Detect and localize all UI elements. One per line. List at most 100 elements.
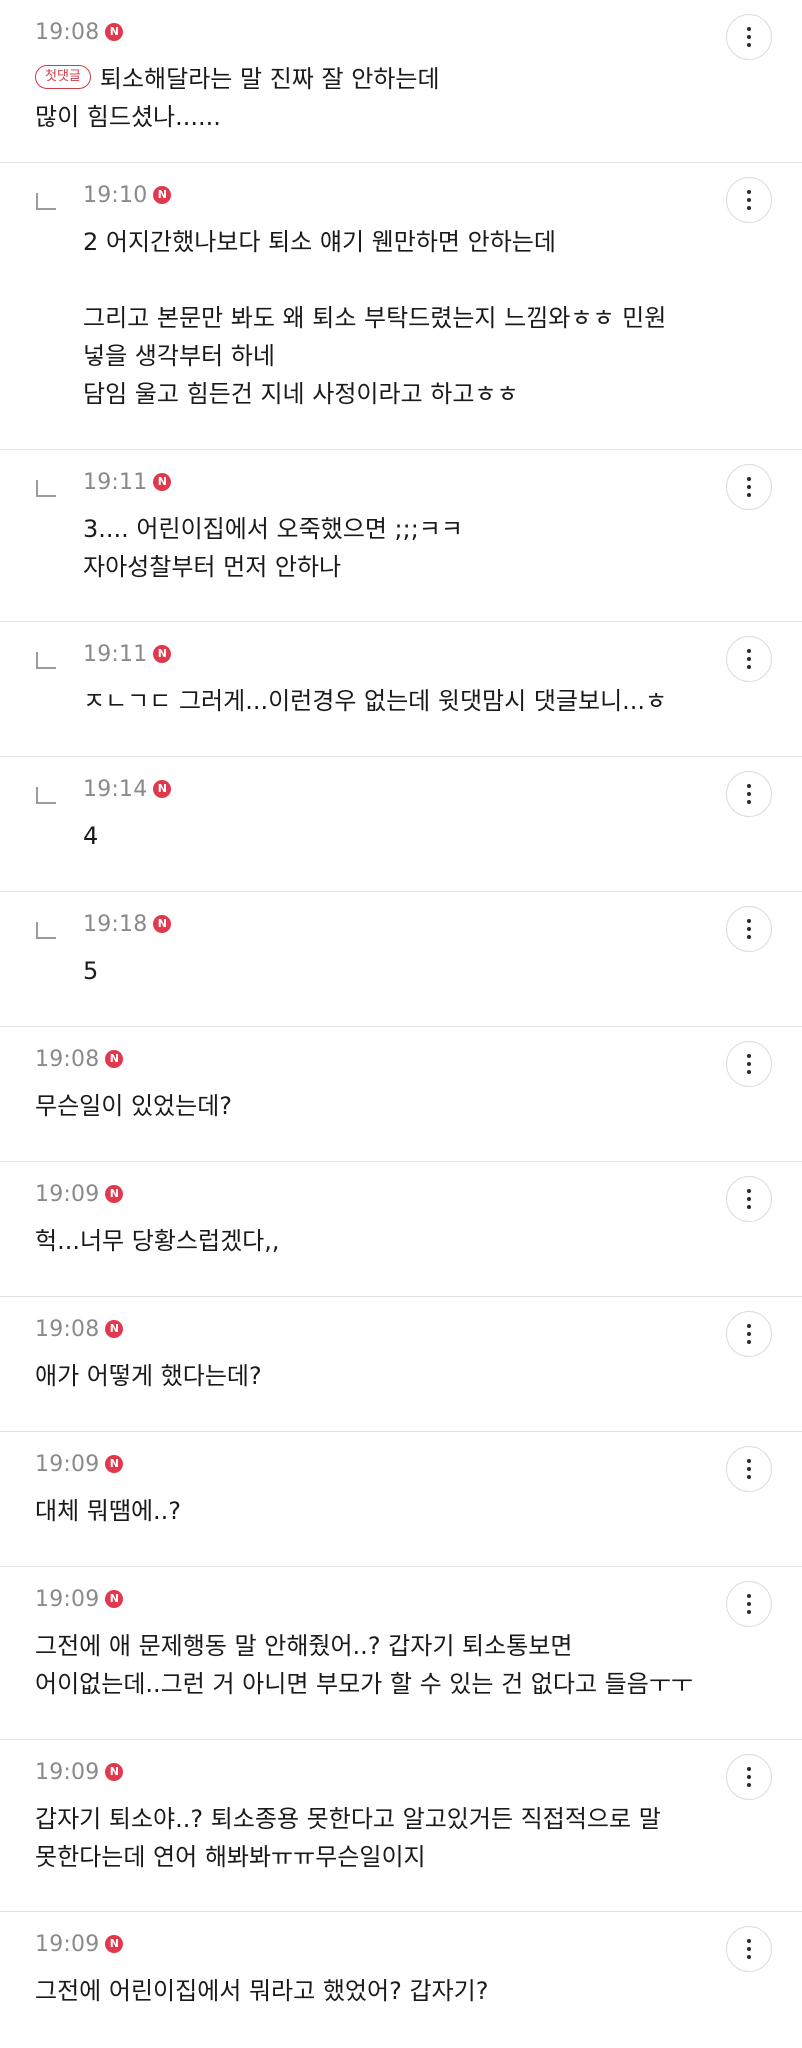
reply-arrow-icon xyxy=(36,922,56,939)
comment-text: 무슨일이 있었는데? xyxy=(35,1087,232,1125)
comment-item: 19:08 N 애가 어떻게 했다는데? xyxy=(0,1297,802,1432)
comment-text: 갑자기 퇴소야..? 퇴소종용 못한다고 알고있거든 직접적으로 말못한다는데 … xyxy=(35,1800,661,1876)
more-options-button[interactable] xyxy=(726,177,772,223)
comment-meta: 19:11 N xyxy=(83,638,172,670)
more-options-button[interactable] xyxy=(726,1926,772,1972)
new-badge-icon: N xyxy=(153,186,172,204)
more-vertical-icon xyxy=(747,475,751,499)
more-vertical-icon xyxy=(747,25,751,49)
comment-line: ㅈㄴㄱㄷ 그러게...이런경우 없는데 윗댓맘시 댓글보니...ㅎ xyxy=(83,687,668,715)
more-vertical-icon xyxy=(747,1322,751,1346)
comment-line: 그리고 본문만 봐도 왜 퇴소 부탁드렸는지 느낌와ㅎㅎ 민원 xyxy=(83,304,667,332)
comment-line: 헉...너무 당황스럽겠다,, xyxy=(35,1227,280,1255)
more-options-button[interactable] xyxy=(726,1176,772,1222)
comment-time: 19:14 xyxy=(83,776,148,802)
comment-item: 19:08 N 무슨일이 있었는데? xyxy=(0,1027,802,1162)
more-options-button[interactable] xyxy=(726,464,772,510)
new-badge-icon: N xyxy=(153,645,172,663)
more-options-button[interactable] xyxy=(726,1581,772,1627)
comment-line: 첫댓글 퇴소해달라는 말 진짜 잘 안하는데 xyxy=(35,60,440,98)
first-comment-badge: 첫댓글 xyxy=(35,65,91,89)
comment-item: 19:09 N 그전에 어린이집에서 뭐라고 했었어? 갑자기? xyxy=(0,1912,802,2048)
comment-meta: 19:09 N xyxy=(35,1928,124,1960)
comment-line: 갑자기 퇴소야..? 퇴소종용 못한다고 알고있거든 직접적으로 말 xyxy=(35,1805,661,1833)
comment-line: 대체 뭐땜에..? xyxy=(35,1497,182,1525)
new-badge-icon: N xyxy=(153,915,172,933)
comment-line: 자아성찰부터 먼저 안하나 xyxy=(83,553,342,581)
comment-text: 대체 뭐땜에..? xyxy=(35,1492,181,1530)
comment-line: 넣을 생각부터 하네 xyxy=(83,342,275,370)
comment-line: 무슨일이 있었는데? xyxy=(35,1092,233,1120)
comment-item: 19:09 N 갑자기 퇴소야..? 퇴소종용 못한다고 알고있거든 직접적으로 말… xyxy=(0,1740,802,1912)
comment-meta: 19:08 N xyxy=(35,16,124,48)
more-options-button[interactable] xyxy=(726,906,772,952)
comment-line: 3.... 어린이집에서 오죽했으면 ;;;ㅋㅋ xyxy=(83,515,463,543)
comment-text: 그전에 애 문제행동 말 안해줬어..? 갑자기 퇴소통보면 어이없는데..그런 … xyxy=(35,1627,693,1703)
comment-text: 2 어지간했나보다 퇴소 얘기 웬만하면 안하는데 그리고 본문만 봐도 왜 퇴… xyxy=(83,223,666,413)
comment-time: 19:08 xyxy=(35,1046,100,1072)
new-badge-icon: N xyxy=(153,473,172,491)
reply-comment: 19:14 N 4 xyxy=(0,757,802,892)
new-badge-icon: N xyxy=(105,23,124,41)
more-options-button[interactable] xyxy=(726,14,772,60)
comment-time: 19:18 xyxy=(83,911,148,937)
comment-text: 그전에 어린이집에서 뭐라고 했었어? 갑자기? xyxy=(35,1972,488,2010)
more-options-button[interactable] xyxy=(726,1754,772,1800)
comment-time: 19:09 xyxy=(35,1759,100,1785)
comment-text: 헉...너무 당황스럽겠다,, xyxy=(35,1222,280,1260)
comment-time: 19:09 xyxy=(35,1181,100,1207)
more-options-button[interactable] xyxy=(726,1446,772,1492)
comment-time: 19:10 xyxy=(83,182,148,208)
comment-time: 19:09 xyxy=(35,1451,100,1477)
comment-text: 첫댓글 퇴소해달라는 말 진짜 잘 안하는데 많이 힘드셨나...... xyxy=(35,60,440,136)
comment-item: 19:09 N 대체 뭐땜에..? xyxy=(0,1432,802,1567)
more-options-button[interactable] xyxy=(726,1311,772,1357)
more-vertical-icon xyxy=(747,647,751,671)
comment-item: 19:08 N 첫댓글 퇴소해달라는 말 진짜 잘 안하는데 많이 힘드셨나...... xyxy=(0,0,802,163)
comment-line: 2 어지간했나보다 퇴소 얘기 웬만하면 안하는데 xyxy=(83,228,556,256)
more-vertical-icon xyxy=(747,1052,751,1076)
comment-time: 19:11 xyxy=(83,469,148,495)
reply-comment: 19:10 N 2 어지간했나보다 퇴소 얘기 웬만하면 안하는데 그리고 본문만 … xyxy=(0,163,802,450)
new-badge-icon: N xyxy=(105,1185,124,1203)
comment-meta: 19:08 N xyxy=(35,1313,124,1345)
comment-line: 4 xyxy=(83,822,99,850)
comment-time: 19:08 xyxy=(35,19,100,45)
new-badge-icon: N xyxy=(105,1763,124,1781)
new-badge-icon: N xyxy=(105,1455,124,1473)
reply-comment: 19:18 N 5 xyxy=(0,892,802,1027)
more-vertical-icon xyxy=(747,1765,751,1789)
comment-item: 19:09 N 그전에 애 문제행동 말 안해줬어..? 갑자기 퇴소통보면 어이없는… xyxy=(0,1567,802,1740)
more-vertical-icon xyxy=(747,1187,751,1211)
comment-line: 그전에 어린이집에서 뭐라고 했었어? 갑자기? xyxy=(35,1977,489,2005)
reply-arrow-icon xyxy=(36,193,56,210)
reply-comment: 19:11 N 3.... 어린이집에서 오죽했으면 ;;;ㅋㅋ 자아성찰부터 먼저 … xyxy=(0,450,802,622)
new-badge-icon: N xyxy=(105,1320,124,1338)
comment-meta: 19:09 N xyxy=(35,1583,124,1615)
more-vertical-icon xyxy=(747,188,751,212)
comment-text: 4 xyxy=(83,817,98,855)
comment-meta: 19:14 N xyxy=(83,773,172,805)
comment-text: 3.... 어린이집에서 오죽했으면 ;;;ㅋㅋ 자아성찰부터 먼저 안하나 xyxy=(83,510,463,586)
comment-time: 19:08 xyxy=(35,1316,100,1342)
more-options-button[interactable] xyxy=(726,1041,772,1087)
comment-text: 5 xyxy=(83,952,98,990)
comment-line: 못한다는데 연어 해봐봐ㅠㅠ무슨일이지 xyxy=(35,1843,426,1871)
comment-time: 19:09 xyxy=(35,1586,100,1612)
reply-arrow-icon xyxy=(36,652,56,669)
new-badge-icon: N xyxy=(153,780,172,798)
comment-meta: 19:09 N xyxy=(35,1448,124,1480)
more-options-button[interactable] xyxy=(726,771,772,817)
more-vertical-icon xyxy=(747,917,751,941)
comment-line: 담임 울고 힘든건 지네 사정이라고 하고ㅎㅎ xyxy=(83,380,519,408)
more-vertical-icon xyxy=(747,1592,751,1616)
comment-time: 19:11 xyxy=(83,641,148,667)
comment-meta: 19:09 N xyxy=(35,1178,124,1210)
reply-arrow-icon xyxy=(36,480,56,497)
more-options-button[interactable] xyxy=(726,636,772,682)
reply-arrow-icon xyxy=(36,787,56,804)
comment-line: 그전에 애 문제행동 말 안해줬어..? 갑자기 퇴소통보면 xyxy=(35,1632,573,1660)
comment-meta: 19:18 N xyxy=(83,908,172,940)
comment-meta: 19:10 N xyxy=(83,179,172,211)
reply-comment: 19:11 N ㅈㄴㄱㄷ 그러게...이런경우 없는데 윗댓맘시 댓글보니...ㅎ xyxy=(0,622,802,757)
